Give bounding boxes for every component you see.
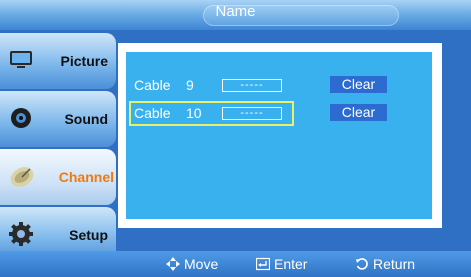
channel-name-field[interactable]: ----- (222, 107, 282, 120)
speaker-icon (8, 105, 34, 131)
channel-number: 10 (186, 105, 202, 121)
channel-name-list: Cable 9 ----- Clear Cable 10 ----- Clear (126, 52, 432, 219)
hint-move: Move (166, 256, 218, 272)
title-bar: Name (0, 0, 471, 30)
sidebar-item-picture[interactable]: Picture (0, 33, 116, 89)
clear-button[interactable]: Clear (330, 104, 387, 121)
enter-icon (255, 256, 271, 272)
hint-return: Return (355, 256, 415, 272)
sidebar: Picture Sound Channel Setup (0, 30, 118, 263)
gear-icon (8, 221, 34, 247)
return-icon (355, 256, 369, 272)
tv-menu: Name Picture Sound Channel Setup Cable 9… (0, 0, 471, 277)
sidebar-item-channel[interactable]: Channel (0, 149, 116, 205)
page-title: Name (215, 3, 256, 20)
channel-type: Cable (134, 105, 171, 121)
footer-bar: Move Enter Return (0, 251, 471, 277)
channel-row[interactable]: Cable 10 ----- Clear (126, 101, 432, 126)
channel-type: Cable (134, 77, 171, 93)
sidebar-item-sound[interactable]: Sound (0, 91, 116, 147)
sidebar-item-label: Channel (58, 169, 114, 185)
hint-enter: Enter (255, 256, 308, 272)
hint-label: Enter (274, 256, 308, 272)
channel-row[interactable]: Cable 9 ----- Clear (126, 75, 432, 97)
hint-label: Move (184, 256, 219, 272)
satellite-dish-icon (8, 163, 34, 189)
picture-icon (8, 47, 34, 73)
clear-button[interactable]: Clear (330, 76, 387, 93)
sidebar-item-label: Sound (64, 111, 108, 127)
channel-number: 9 (186, 77, 194, 93)
hint-label: Return (373, 256, 416, 272)
move-icon (166, 256, 180, 272)
sidebar-item-label: Picture (60, 53, 108, 69)
channel-name-field[interactable]: ----- (222, 79, 282, 92)
sidebar-item-label: Setup (69, 227, 108, 243)
